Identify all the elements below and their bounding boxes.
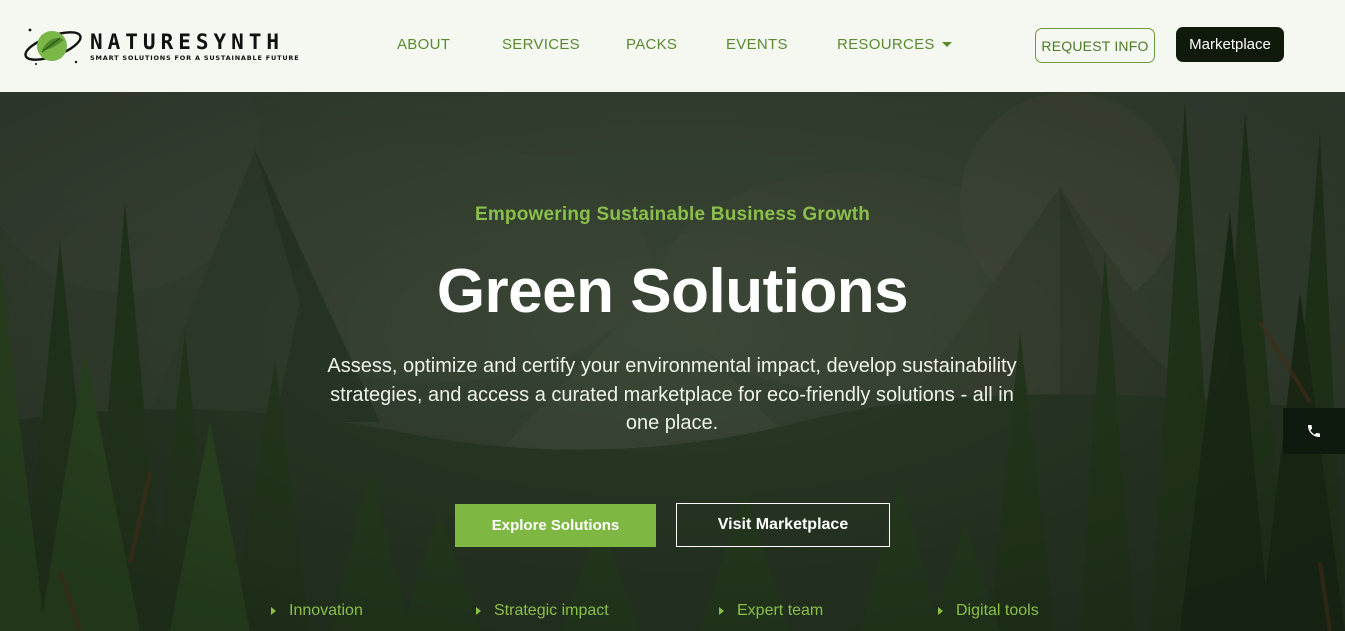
- feature-item: Strategic impact: [476, 602, 609, 620]
- floating-phone-button[interactable]: [1283, 408, 1345, 454]
- nav-packs[interactable]: PACKS: [626, 36, 677, 54]
- feature-label: Digital tools: [956, 602, 1039, 619]
- hero-eyebrow: Empowering Sustainable Business Growth: [474, 204, 871, 225]
- triangle-right-icon: [938, 607, 943, 615]
- nav-resources[interactable]: RESOURCES: [837, 36, 952, 54]
- nav-about[interactable]: ABOUT: [397, 36, 450, 54]
- request-info-button[interactable]: REQUEST INFO: [1035, 28, 1155, 63]
- visit-marketplace-button[interactable]: Visit Marketplace: [676, 503, 890, 547]
- feature-label: Expert team: [737, 602, 824, 619]
- triangle-right-icon: [271, 607, 276, 615]
- brand-text: NATURESYNTH SMART SOLUTIONS FOR A SUSTAI…: [90, 31, 299, 62]
- nav-services[interactable]: SERVICES: [502, 36, 580, 54]
- hero-title: Green Solutions: [436, 257, 909, 326]
- site-header: NATURESYNTH SMART SOLUTIONS FOR A SUSTAI…: [0, 0, 1345, 92]
- chevron-down-icon: [941, 41, 952, 47]
- explore-solutions-button[interactable]: Explore Solutions: [455, 504, 656, 547]
- triangle-right-icon: [719, 607, 724, 615]
- brand-logo[interactable]: NATURESYNTH SMART SOLUTIONS FOR A SUSTAI…: [22, 22, 322, 70]
- feature-list: Innovation Strategic impact Expert team …: [0, 602, 1345, 624]
- planet-leaf-icon: [22, 22, 84, 70]
- triangle-right-icon: [476, 607, 481, 615]
- hero-description: Assess, optimize and certify your enviro…: [327, 355, 1017, 434]
- hero-section: Empowering Sustainable Business Growth G…: [0, 92, 1345, 631]
- feature-item: Expert team: [719, 602, 823, 620]
- phone-icon: [1308, 425, 1320, 437]
- feature-label: Innovation: [289, 602, 363, 619]
- feature-item: Innovation: [271, 602, 363, 620]
- feature-label: Strategic impact: [494, 602, 609, 619]
- feature-item: Digital tools: [938, 602, 1039, 620]
- nav-events[interactable]: EVENTS: [726, 36, 788, 54]
- nav-resources-label: RESOURCES: [837, 36, 935, 53]
- brand-tagline: SMART SOLUTIONS FOR A SUSTAINABLE FUTURE: [90, 53, 300, 62]
- brand-name: NATURESYNTH: [90, 29, 285, 54]
- marketplace-button[interactable]: Marketplace: [1176, 27, 1284, 62]
